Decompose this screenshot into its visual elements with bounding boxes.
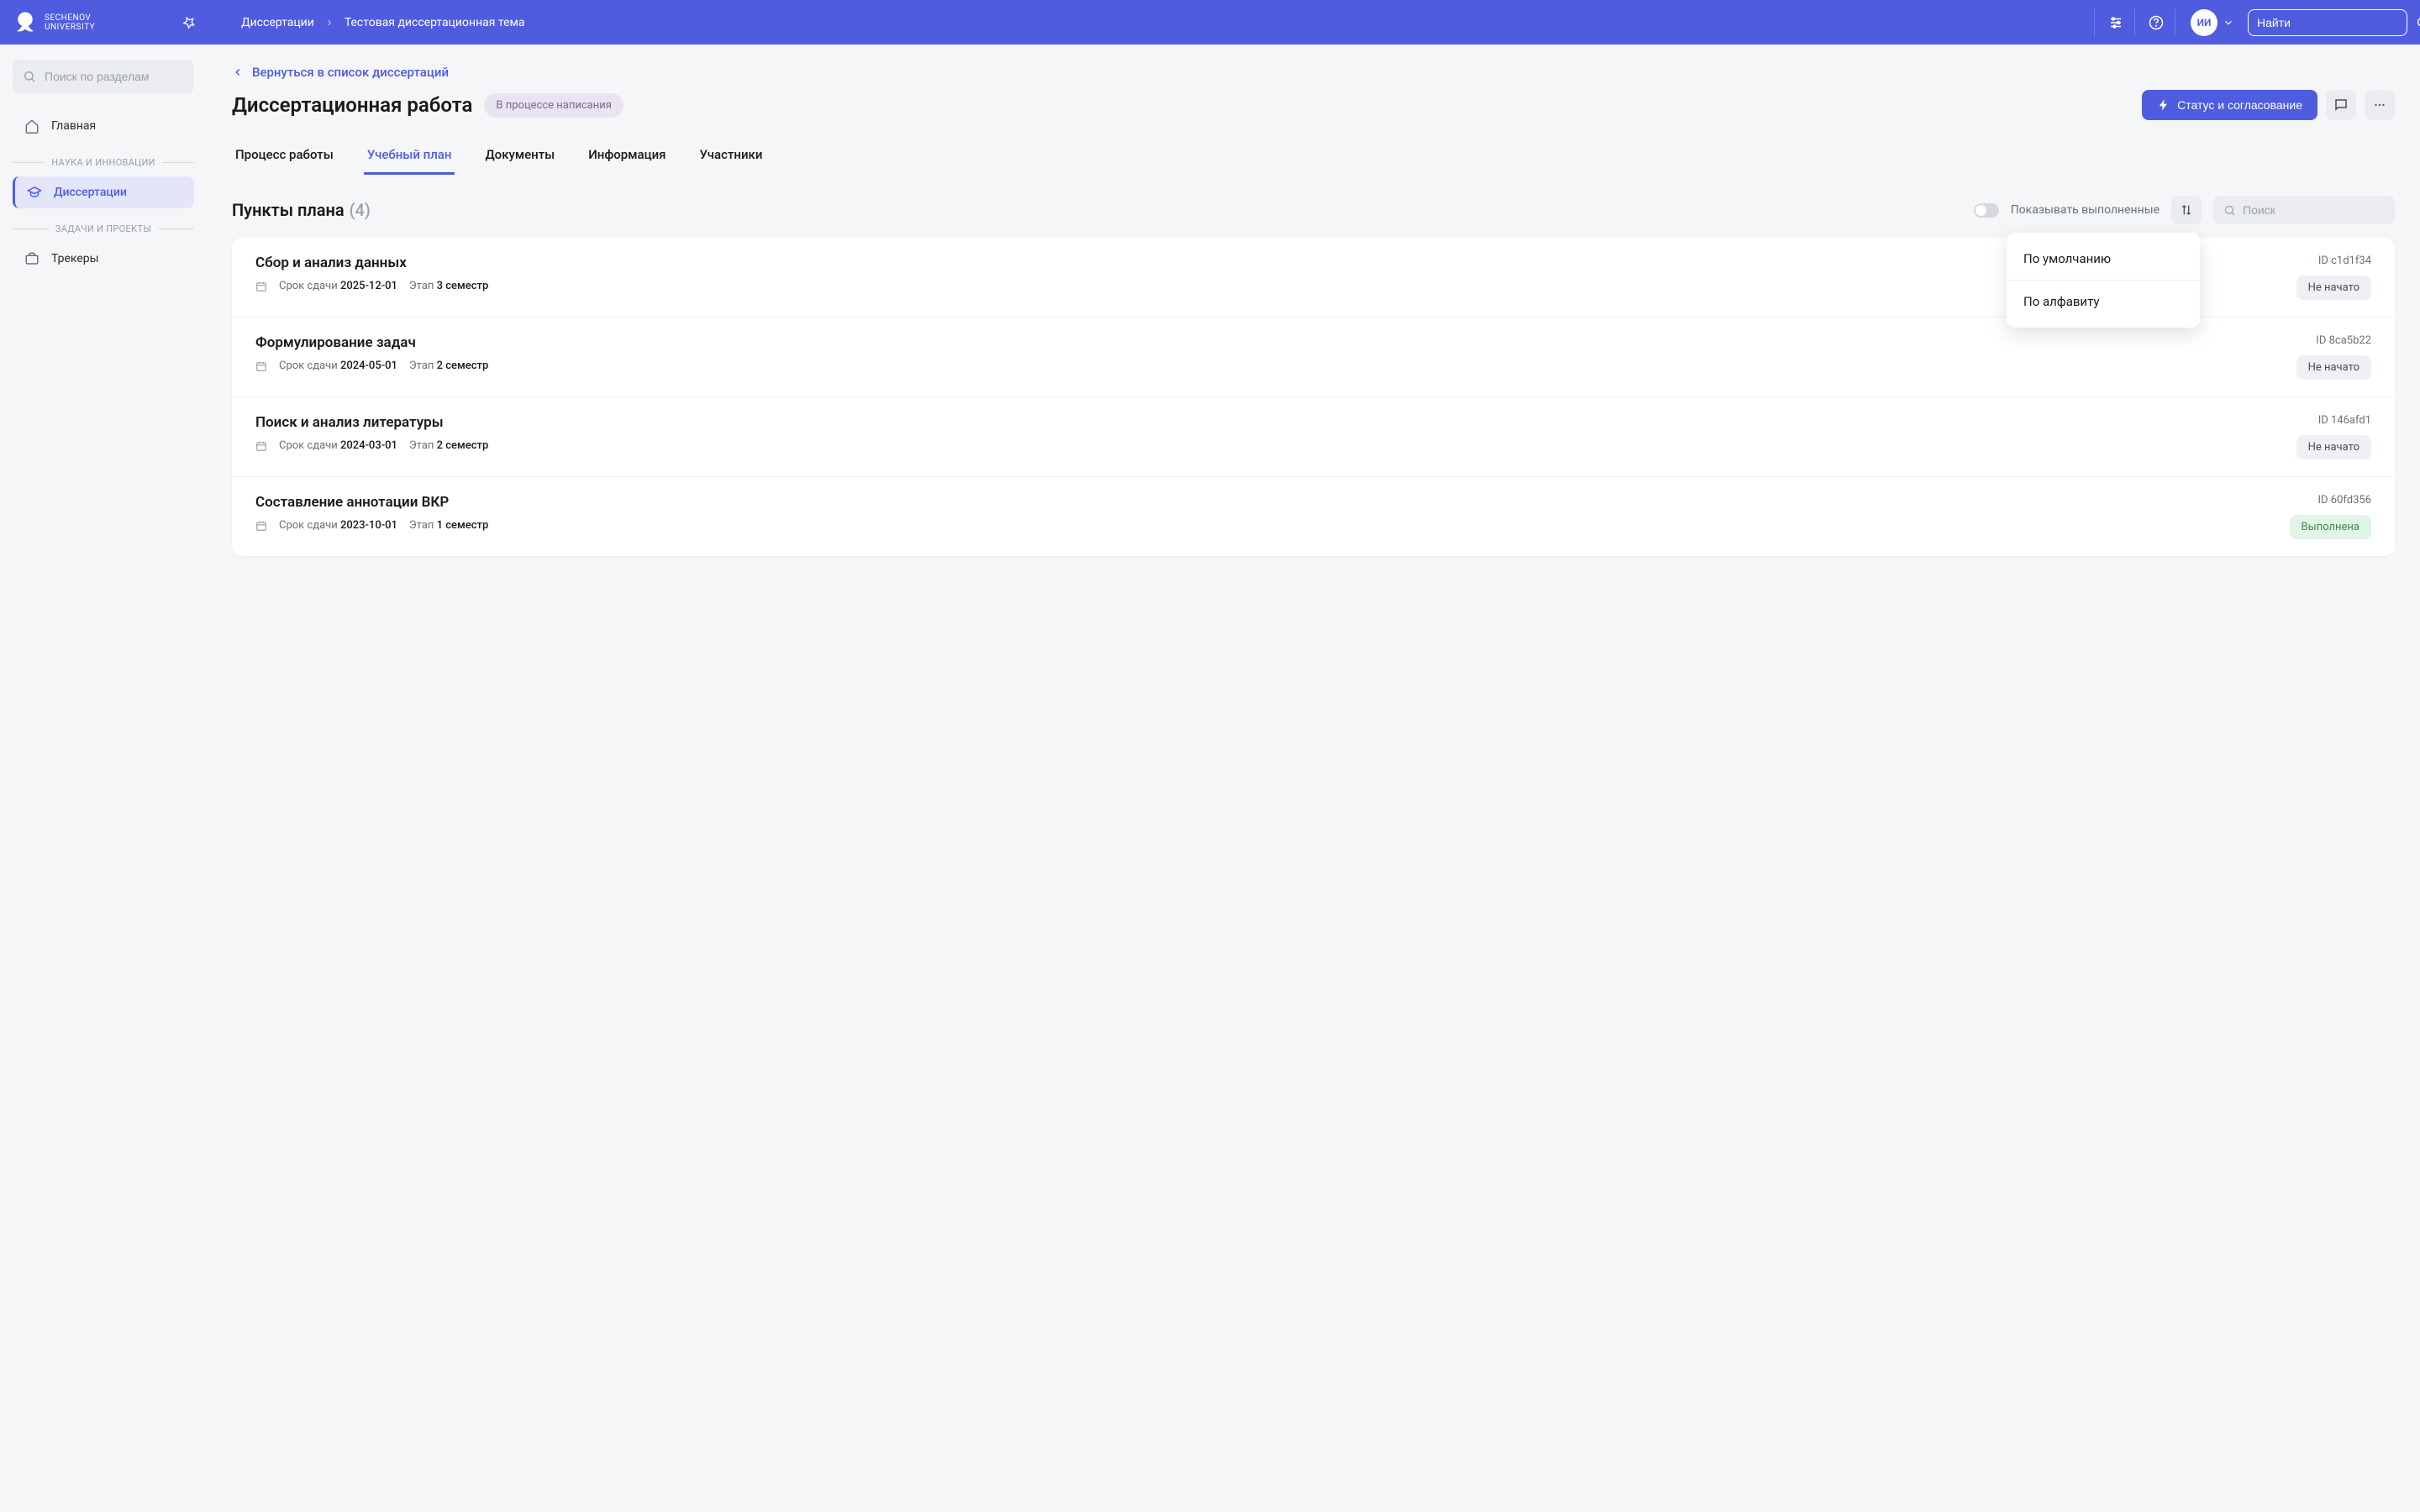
sidebar-search-input[interactable]	[45, 70, 197, 83]
plan-search-input[interactable]	[2243, 203, 2395, 217]
tab-process[interactable]: Процесс работы	[232, 137, 337, 175]
plan-item-id: ID 146afd1	[2318, 414, 2371, 427]
search-icon	[23, 70, 36, 83]
sort-dropdown: По умолчанию По алфавиту	[2007, 233, 2200, 328]
global-search[interactable]	[2248, 9, 2407, 36]
tab-study-plan[interactable]: Учебный план	[364, 137, 455, 175]
plan-item-status: Не начато	[2296, 435, 2371, 459]
calendar-icon	[255, 520, 267, 532]
search-icon	[2416, 16, 2420, 29]
help-icon	[2149, 15, 2164, 30]
breadcrumb-item[interactable]: Диссертации	[241, 16, 314, 29]
sort-option-default[interactable]: По умолчанию	[2007, 238, 2200, 281]
main-content: Вернуться в список диссертаций Диссертац…	[207, 45, 2420, 576]
plan-item[interactable]: Поиск и анализ литературы Срок сдачи 202…	[232, 397, 2395, 477]
grad-cap-icon	[27, 185, 42, 200]
page-header: Диссертационная работа В процессе написа…	[232, 90, 2395, 120]
global-search-input[interactable]	[2257, 16, 2409, 29]
page-title: Диссертационная работа	[232, 93, 472, 117]
home-icon	[24, 118, 39, 134]
plan-item-meta: Срок сдачи 2024-05-01 Этап 2 семестр	[255, 360, 2280, 372]
plan-item-meta: Срок сдачи 2024-03-01 Этап 2 семестр	[255, 439, 2280, 452]
tabs: Процесс работы Учебный план Документы Ин…	[232, 137, 2395, 176]
nav-label: Диссертации	[54, 186, 127, 199]
tab-documents[interactable]: Документы	[481, 137, 558, 175]
logo-icon	[13, 10, 38, 35]
chevron-left-icon	[232, 66, 244, 78]
plan-item-id: ID c1d1f34	[2318, 255, 2371, 267]
chat-icon	[2333, 97, 2349, 113]
logo[interactable]: SECHENOV UNIVERSITY	[13, 10, 95, 35]
plan-item-title: Сбор и анализ данных	[255, 255, 2280, 271]
avatar: ИИ	[2191, 9, 2217, 36]
sliders-icon	[2108, 15, 2123, 30]
nav-home[interactable]: Главная	[13, 110, 194, 142]
help-button[interactable]	[2134, 9, 2161, 36]
calendar-icon	[255, 440, 267, 452]
plan-item-title: Составление аннотации ВКР	[255, 494, 2273, 511]
plan-item-meta: Срок сдачи 2023-10-01 Этап 1 семестр	[255, 519, 2273, 532]
show-completed-label: Показывать выполненные	[2011, 203, 2160, 217]
calendar-icon	[255, 281, 267, 292]
nav-section-header: ЗАДАЧИ И ПРОЕКТЫ	[13, 223, 194, 234]
chevron-right-icon	[324, 18, 334, 28]
nav-dissertations[interactable]: Диссертации	[13, 176, 194, 208]
logo-text: SECHENOV UNIVERSITY	[45, 13, 95, 32]
plan-item-id: ID 8ca5b22	[2316, 334, 2371, 347]
briefcase-icon	[24, 251, 39, 266]
settings-button[interactable]	[2094, 9, 2121, 36]
show-completed-toggle[interactable]	[1974, 203, 1999, 218]
sidebar-search[interactable]	[13, 60, 194, 93]
calendar-icon	[255, 360, 267, 372]
more-button[interactable]	[2365, 90, 2395, 120]
sort-icon	[2180, 203, 2193, 217]
plan-item-status: Не начато	[2296, 355, 2371, 380]
topbar: SECHENOV UNIVERSITY Диссертации Тестовая…	[0, 0, 2420, 45]
dots-icon	[2372, 97, 2387, 113]
plan-list-title: Пункты плана	[232, 200, 345, 220]
nav-section-header: НАУКА И ИННОВАЦИИ	[13, 157, 194, 168]
pin-icon	[182, 16, 196, 29]
sort-button[interactable]	[2171, 196, 2202, 224]
status-pill: В процессе написания	[484, 93, 623, 118]
breadcrumb-item[interactable]: Тестовая диссертационная тема	[345, 16, 525, 29]
nav-trackers[interactable]: Трекеры	[13, 243, 194, 275]
back-link[interactable]: Вернуться в список диссертаций	[232, 65, 449, 80]
plan-item-status: Не начато	[2296, 276, 2371, 300]
user-menu[interactable]: ИИ	[2175, 9, 2234, 36]
bolt-icon	[2157, 98, 2170, 112]
plan-item[interactable]: Формулирование задач Срок сдачи 2024-05-…	[232, 318, 2395, 397]
tab-participants[interactable]: Участники	[697, 137, 766, 175]
plan-item-status: Выполнена	[2290, 515, 2371, 539]
search-icon	[2223, 204, 2236, 217]
sort-option-alphabetical[interactable]: По алфавиту	[2007, 281, 2200, 323]
nav-label: Главная	[51, 119, 96, 133]
breadcrumb: Диссертации Тестовая диссертационная тем…	[241, 16, 524, 29]
plan-search[interactable]	[2213, 196, 2395, 224]
status-approval-button[interactable]: Статус и согласование	[2142, 90, 2317, 120]
plan-item-title: Поиск и анализ литературы	[255, 414, 2280, 431]
sidebar: Главная НАУКА И ИННОВАЦИИ Диссертации ЗА…	[0, 45, 207, 576]
pin-button[interactable]	[179, 13, 199, 33]
plan-item-meta: Срок сдачи 2025-12-01 Этап 3 семестр	[255, 280, 2280, 292]
plan-item[interactable]: Составление аннотации ВКР Срок сдачи 202…	[232, 477, 2395, 556]
tab-information[interactable]: Информация	[585, 137, 669, 175]
plan-list-count: (4)	[350, 200, 371, 220]
plan-item-title: Формулирование задач	[255, 334, 2280, 351]
comments-button[interactable]	[2326, 90, 2356, 120]
nav-label: Трекеры	[51, 252, 99, 265]
chevron-down-icon	[2223, 17, 2234, 29]
plan-list-header: Пункты плана (4) Показывать выполненные …	[232, 196, 2395, 224]
plan-item-id: ID 60fd356	[2317, 494, 2371, 507]
